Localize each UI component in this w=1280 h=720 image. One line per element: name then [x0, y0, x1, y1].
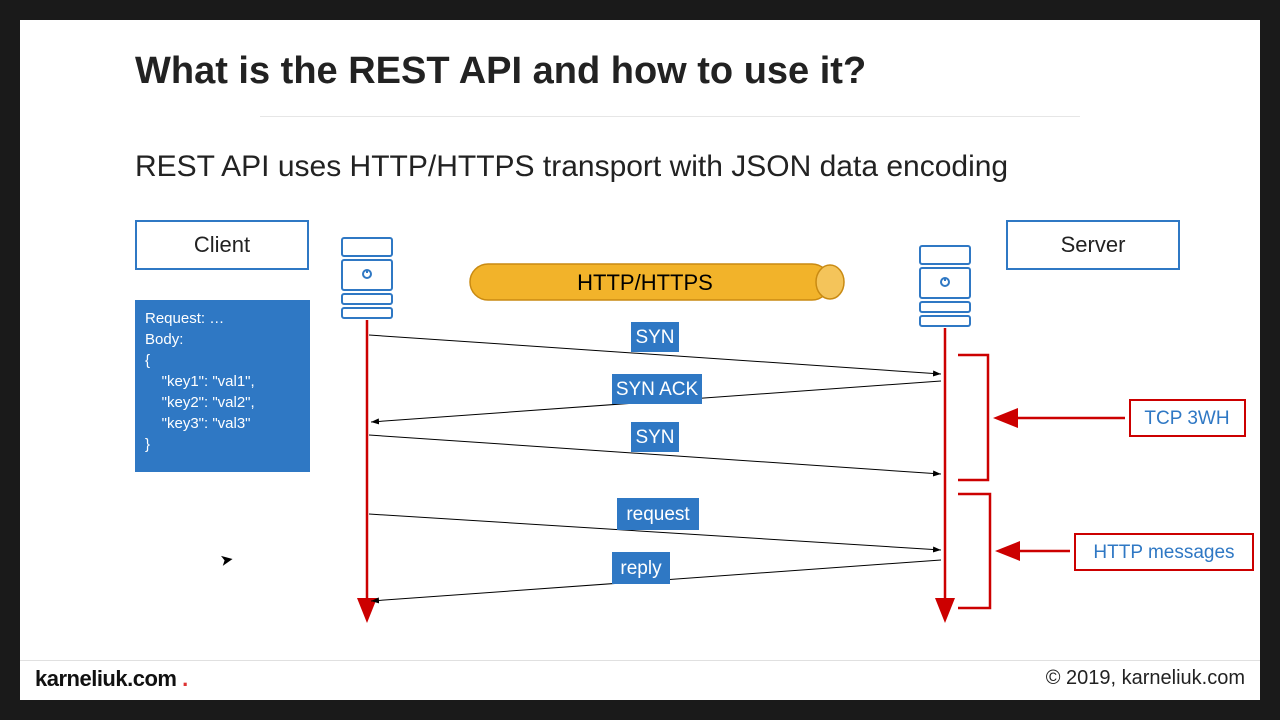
server-server-icon — [920, 246, 970, 326]
cursor-icon: ➤ — [218, 549, 235, 571]
syn2-text: SYN — [635, 427, 674, 448]
server-box: Server — [1006, 220, 1180, 270]
synack-arrow — [371, 381, 941, 422]
server-label: Server — [1061, 232, 1126, 258]
synack-tag: SYN ACK — [612, 374, 702, 404]
client-server-icon — [342, 238, 392, 318]
transport-pipe: HTTP/HTTPS — [470, 264, 844, 300]
reply-text: reply — [620, 558, 662, 579]
syn2-arrow — [369, 435, 941, 474]
http-messages-tag: HTTP messages — [1075, 534, 1253, 570]
brand-text: karneliuk.com — [35, 666, 176, 691]
syn1-tag: SYN — [631, 322, 679, 352]
http-bracket — [958, 494, 990, 608]
syn2-tag: SYN — [631, 422, 679, 452]
request-arrow — [369, 514, 941, 550]
reply-arrow — [371, 560, 941, 601]
copyright: © 2019, karneliuk.com — [1046, 667, 1245, 690]
tcp-3wh-text: TCP 3WH — [1144, 408, 1229, 429]
brand-dot-icon: . — [176, 666, 187, 691]
brand: karneliuk.com . — [35, 666, 188, 692]
client-label: Client — [194, 232, 250, 258]
pipe-label: HTTP/HTTPS — [577, 270, 713, 295]
tcp-bracket — [958, 355, 988, 480]
request-tag: request — [617, 498, 699, 530]
client-box: Client — [135, 220, 309, 270]
slide-footer: karneliuk.com . © 2019, karneliuk.com — [20, 660, 1260, 700]
reply-tag: reply — [612, 552, 670, 584]
json-request-box: Request: … Body: { "key1": "val1", "key2… — [135, 300, 310, 472]
slide: What is the REST API and how to use it? … — [20, 20, 1260, 700]
syn1-text: SYN — [635, 327, 674, 348]
http-messages-text: HTTP messages — [1093, 542, 1234, 563]
slide-title: What is the REST API and how to use it? — [135, 50, 866, 93]
tcp-3wh-tag: TCP 3WH — [1130, 400, 1245, 436]
title-divider — [260, 116, 1080, 117]
request-text: request — [626, 504, 690, 525]
slide-subtitle: REST API uses HTTP/HTTPS transport with … — [135, 150, 1008, 184]
syn1-arrow — [369, 335, 941, 374]
synack-text: SYN ACK — [616, 379, 699, 400]
